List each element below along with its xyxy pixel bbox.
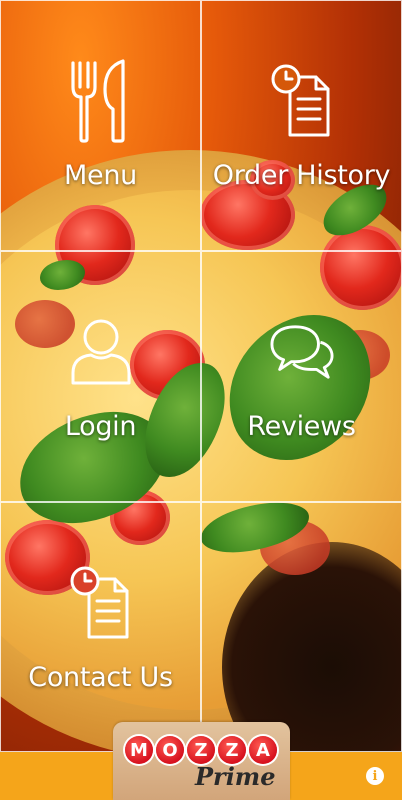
- logo-letter: M: [125, 736, 153, 764]
- fork-knife-icon: [69, 56, 133, 146]
- user-icon: [69, 307, 133, 397]
- clock-document-icon: [270, 56, 334, 146]
- menu-tile[interactable]: Menu: [0, 0, 201, 251]
- mozza-prime-logo: M O Z Z A Prime: [113, 722, 290, 800]
- clock-document-icon: [69, 558, 133, 648]
- logo-letter: Z: [218, 736, 246, 764]
- empty-grid-cell: [201, 502, 402, 752]
- navigation-grid: Menu Order History Login Reviews Contact…: [0, 0, 402, 752]
- reviews-tile[interactable]: Reviews: [201, 251, 402, 502]
- menu-label: Menu: [64, 160, 137, 191]
- contact-us-label: Contact Us: [28, 662, 173, 693]
- order-history-tile[interactable]: Order History: [201, 0, 402, 251]
- info-icon[interactable]: i: [366, 767, 384, 785]
- logo-subtitle: Prime: [195, 762, 276, 791]
- chat-bubbles-icon: [269, 307, 334, 397]
- reviews-label: Reviews: [247, 411, 356, 442]
- login-tile[interactable]: Login: [0, 251, 201, 502]
- login-label: Login: [64, 411, 137, 442]
- contact-us-tile[interactable]: Contact Us: [0, 502, 201, 752]
- logo-letter: A: [249, 736, 277, 764]
- logo-letter: O: [156, 736, 184, 764]
- order-history-label: Order History: [212, 160, 391, 191]
- logo-letter: Z: [187, 736, 215, 764]
- logo-letters: M O Z Z A: [125, 736, 277, 764]
